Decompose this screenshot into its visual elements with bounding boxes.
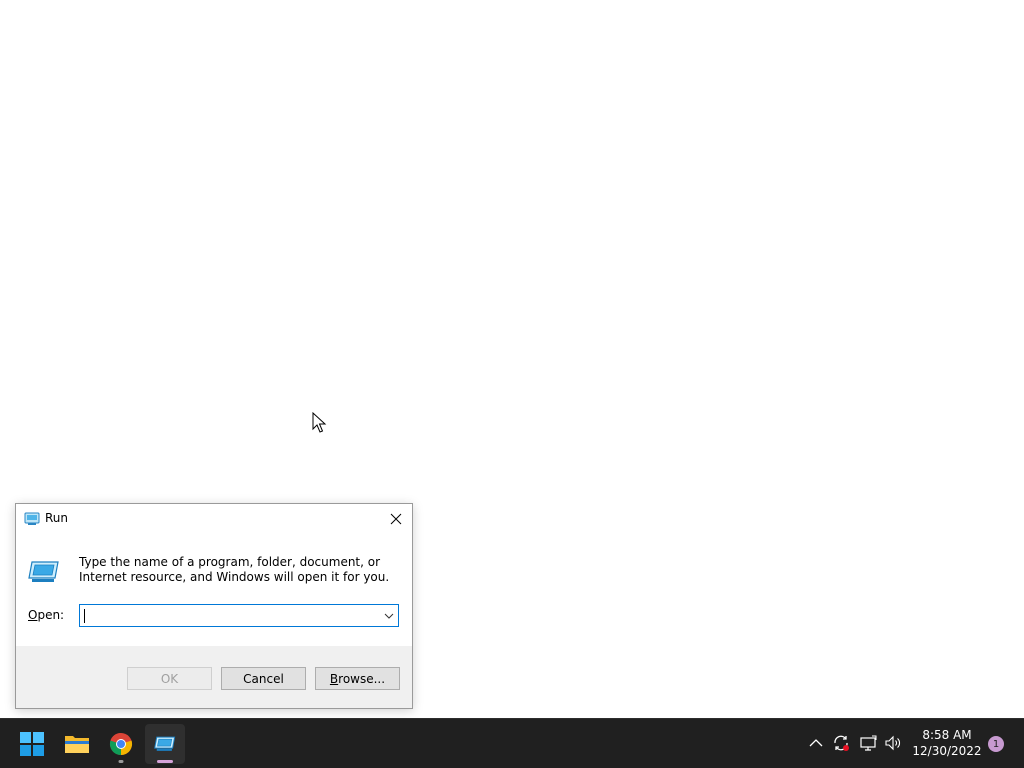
open-input[interactable] [80,605,380,626]
windows-logo-icon [20,732,44,756]
sync-icon [834,735,849,751]
volume-tray-button[interactable] [883,733,903,753]
run-icon [24,512,40,525]
taskbar-clock[interactable]: 8:58 AM 12/30/2022 [912,727,982,759]
sync-tray-button[interactable] [831,733,851,753]
running-indicator [118,760,124,763]
chrome-icon [109,732,133,756]
taskbar-run[interactable] [145,724,185,764]
open-dropdown-button[interactable] [380,605,398,626]
browse-mnemonic: B [329,671,339,686]
cancel-button[interactable]: Cancel [221,667,306,690]
close-icon [390,513,402,525]
notification-badge[interactable]: 1 [988,736,1004,752]
taskbar: 8:58 AM 12/30/2022 1 [0,718,1024,768]
taskbar-file-explorer[interactable] [57,724,97,764]
mouse-cursor-icon [312,412,327,433]
run-icon [154,736,176,751]
network-tray-button[interactable] [858,733,878,753]
clock-date: 12/30/2022 [912,744,982,758]
open-label: Open: [28,608,64,622]
open-combobox[interactable] [79,604,399,627]
chevron-down-icon [384,613,394,619]
run-body: Type the name of a program, folder, docu… [16,534,412,646]
run-dialog: Run Type the name of a program, folder, … [15,503,413,709]
text-caret [84,609,85,623]
ok-button[interactable]: OK [127,667,212,690]
dialog-title: Run [45,511,69,525]
dialog-description: Type the name of a program, folder, docu… [79,555,390,584]
show-hidden-icons-button[interactable] [806,733,826,753]
network-icon [860,735,877,751]
open-label-text: pen: [37,608,65,622]
clock-time: 8:58 AM [922,728,972,742]
volume-icon [885,735,900,751]
browse-button[interactable]: Browse... [315,667,400,690]
browse-label: rowse... [338,671,386,686]
start-button[interactable] [12,724,52,764]
folder-icon [65,736,89,753]
close-button[interactable] [380,504,412,534]
run-titlebar[interactable]: Run [16,504,412,534]
run-icon [28,561,59,582]
taskbar-chrome[interactable] [101,724,141,764]
chevron-up-icon [809,739,823,747]
active-indicator [157,760,173,763]
